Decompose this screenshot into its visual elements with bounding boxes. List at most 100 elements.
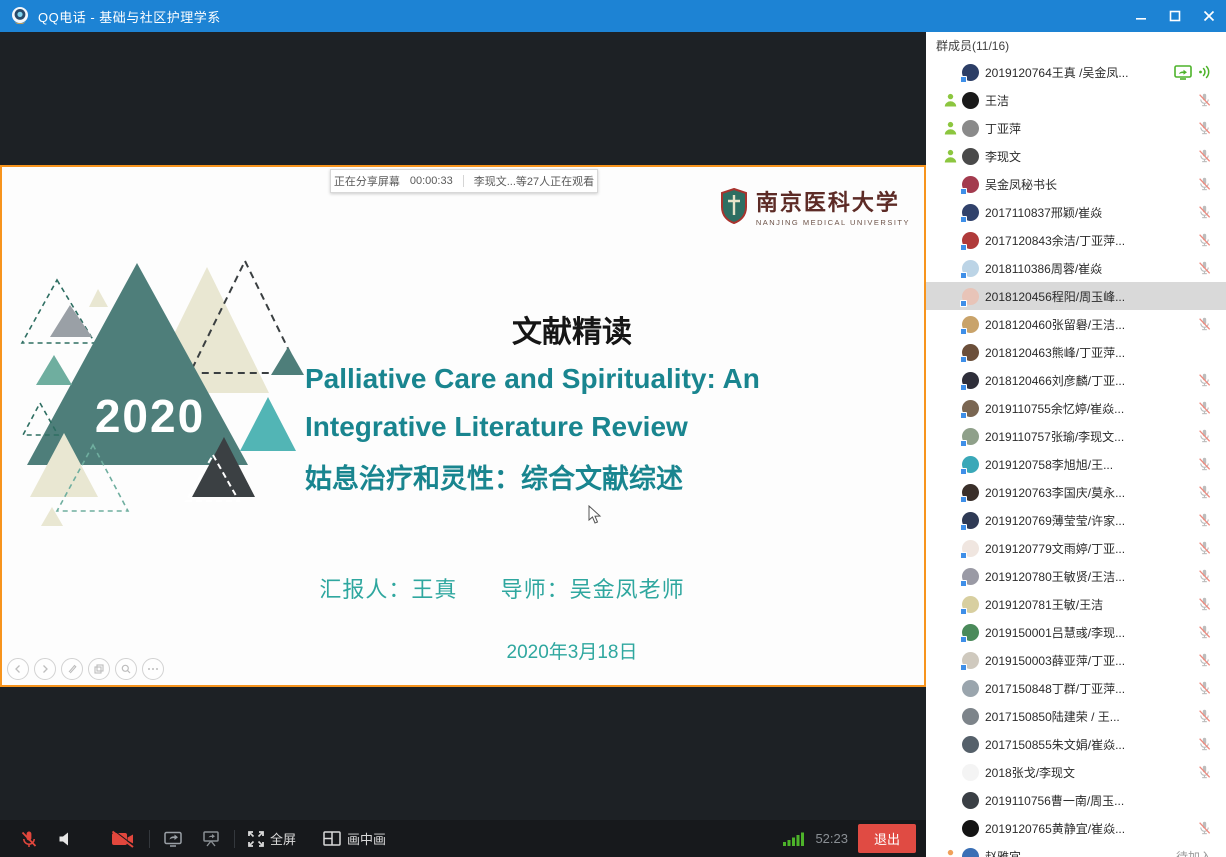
share-screen-button[interactable] (163, 830, 183, 848)
whiteboard-button[interactable] (201, 830, 221, 848)
member-list: 2019120764王真 /吴金凤... 王洁 丁亚萍 李现文 吴金凤秘书长 2… (926, 58, 1226, 857)
muted-mic-icon (1197, 764, 1212, 780)
maximize-button[interactable] (1158, 0, 1192, 32)
member-row[interactable]: 2019120781王敏/王洁 (926, 590, 1226, 618)
muted-mic-icon (1197, 176, 1212, 192)
next-slide-button[interactable] (34, 658, 56, 680)
mobile-online-badge (960, 580, 967, 587)
shared-slide: 正在分享屏幕 00:00:33 李现文...等27人正在观看 南京医科大学 NA… (0, 165, 926, 687)
prev-slide-button[interactable] (7, 658, 29, 680)
member-row[interactable]: 2018120460张留礜/王洁... (926, 310, 1226, 338)
member-row[interactable]: 2019120764王真 /吴金凤... (926, 58, 1226, 86)
minimize-button[interactable] (1124, 0, 1158, 32)
member-row[interactable]: 2019110757张瑜/李现文... (926, 422, 1226, 450)
muted-mic-icon (1197, 708, 1212, 724)
mobile-online-badge (960, 328, 967, 335)
exit-call-button[interactable]: 退出 (858, 824, 916, 853)
member-row[interactable]: 2018120466刘彦麟/丁亚... (926, 366, 1226, 394)
fullscreen-button[interactable]: 全屏 (248, 829, 296, 848)
member-row[interactable]: 2019120765黄静宜/崔焱... (926, 814, 1226, 842)
share-screen-icon (163, 830, 183, 848)
member-row[interactable]: 2019120779文雨婷/丁亚... (926, 534, 1226, 562)
pip-label: 画中画 (347, 829, 386, 848)
pen-tool-button[interactable] (61, 658, 83, 680)
member-name: 2017150848丁群/丁亚萍... (985, 680, 1125, 697)
muted-mic-icon (1197, 652, 1212, 668)
member-row[interactable]: 李现文 (926, 142, 1226, 170)
member-row[interactable]: 2018120456程阳/周玉峰... (926, 282, 1226, 310)
person-status-icon (944, 93, 957, 107)
share-viewers-text: 李现文...等27人正在观看 (474, 173, 594, 189)
member-row[interactable]: 2019120763李国庆/莫永... (926, 478, 1226, 506)
camera-off-button[interactable] (110, 829, 136, 849)
member-avatar (962, 344, 979, 361)
muted-mic-icon (1197, 120, 1212, 136)
member-row[interactable]: 2017150855朱文娟/崔焱... (926, 730, 1226, 758)
member-row[interactable]: 2019110756曹一南/周玉... (926, 786, 1226, 814)
member-row[interactable]: 2017150850陆建荣 / 王... (926, 702, 1226, 730)
member-avatar (962, 652, 979, 669)
member-avatar (962, 456, 979, 473)
member-row[interactable]: 吴金凤秘书长 (926, 170, 1226, 198)
fullscreen-label: 全屏 (270, 829, 296, 848)
member-name: 2019110757张瑜/李现文... (985, 428, 1124, 445)
mouse-cursor (588, 505, 602, 525)
microphone-muted-button[interactable] (19, 829, 39, 849)
mic-off-icon (19, 829, 39, 849)
close-button[interactable] (1192, 0, 1226, 32)
member-row[interactable]: 丁亚萍 (926, 114, 1226, 142)
member-name: 2017150850陆建荣 / 王... (985, 708, 1120, 725)
member-avatar (962, 484, 979, 501)
muted-mic-icon (1197, 232, 1212, 248)
member-row[interactable]: 2019120769薄莹莹/许家... (926, 506, 1226, 534)
muted-mic-icon (1197, 540, 1212, 556)
member-row[interactable]: 2018张戈/李现文 (926, 758, 1226, 786)
slides-panel-button[interactable] (88, 658, 110, 680)
slide-title-en: Palliative Care and Spirituality: An Int… (305, 355, 865, 451)
member-row[interactable]: 2017120843余洁/丁亚萍... (926, 226, 1226, 254)
member-row[interactable]: 2019150003薛亚萍/丁亚... (926, 646, 1226, 674)
slide-year: 2020 (60, 389, 240, 443)
camera-off-icon (110, 829, 136, 849)
member-name: 2019120765黄静宜/崔焱... (985, 820, 1125, 837)
person-status-icon (944, 149, 957, 163)
person-status-icon (944, 849, 957, 857)
person-status-icon (944, 121, 957, 135)
member-row[interactable]: 王洁 (926, 86, 1226, 114)
member-row[interactable]: 2017150848丁群/丁亚萍... (926, 674, 1226, 702)
titlebar: QQ电话 - 基础与社区护理学系 (0, 0, 1226, 32)
mobile-online-badge (960, 300, 967, 307)
member-avatar (962, 316, 979, 333)
muted-mic-icon (1197, 680, 1212, 696)
member-avatar (962, 848, 979, 857)
member-name: 2017110837邢颖/崔焱 (985, 204, 1102, 221)
more-options-button[interactable] (142, 658, 164, 680)
member-name: 2019150003薛亚萍/丁亚... (985, 652, 1125, 669)
member-row[interactable]: 2017110837邢颖/崔焱 (926, 198, 1226, 226)
speaker-button[interactable] (57, 830, 75, 848)
member-row[interactable]: 2019120758李旭旭/王... (926, 450, 1226, 478)
mobile-online-badge (960, 384, 967, 391)
member-row[interactable]: 2018110386周蓉/崔焱 (926, 254, 1226, 282)
share-status-banner: 正在分享屏幕 00:00:33 李现文...等27人正在观看 (330, 169, 598, 193)
qq-call-window: QQ电话 - 基础与社区护理学系 正在分享屏幕 00:00:33 李现文 (0, 0, 1226, 857)
member-row[interactable]: 2018120463熊峰/丁亚萍... (926, 338, 1226, 366)
mobile-online-badge (960, 496, 967, 503)
member-avatar (962, 120, 979, 137)
member-avatar (962, 792, 979, 809)
member-row[interactable]: 赵雅宜待加入 (926, 842, 1226, 857)
member-name: 2018120466刘彦麟/丁亚... (985, 372, 1125, 389)
pip-button[interactable]: 画中画 (323, 829, 386, 848)
mobile-online-badge (960, 552, 967, 559)
mobile-online-badge (960, 188, 967, 195)
member-name: 2018120456程阳/周玉峰... (985, 288, 1125, 305)
zoom-tool-button[interactable] (115, 658, 137, 680)
slide-title-cn: 文献精读 (302, 307, 842, 351)
member-row[interactable]: 2019110755余忆婷/崔焱... (926, 394, 1226, 422)
member-name: 2019120769薄莹莹/许家... (985, 512, 1125, 529)
member-name: 2019120763李国庆/莫永... (985, 484, 1125, 501)
member-row[interactable]: 2019120780王敏贤/王洁... (926, 562, 1226, 590)
muted-mic-icon (1197, 484, 1212, 500)
member-row[interactable]: 2019150001吕慧彧/李现... (926, 618, 1226, 646)
muted-mic-icon (1197, 204, 1212, 220)
